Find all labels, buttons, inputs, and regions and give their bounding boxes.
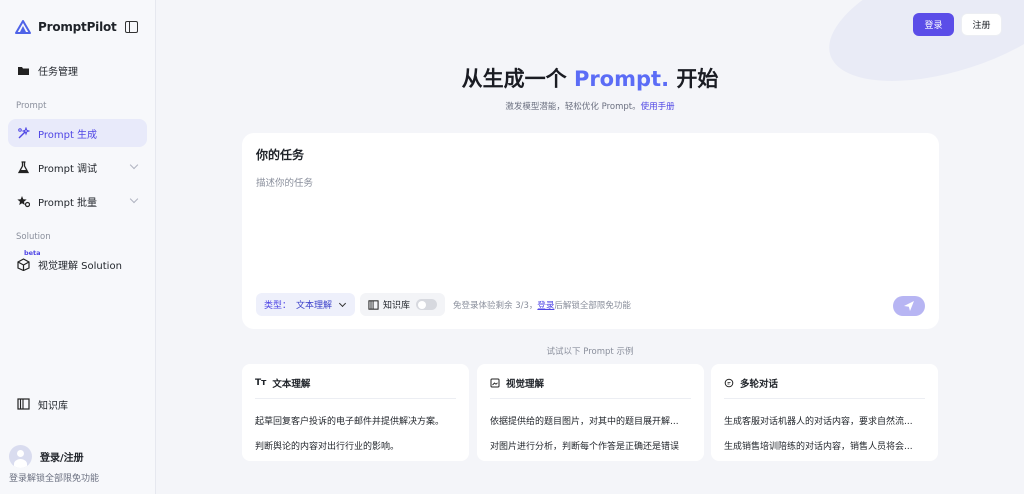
send-button[interactable] — [893, 296, 925, 316]
sidebar-item-label: Prompt 调试 — [38, 163, 98, 175]
avatar — [9, 445, 32, 468]
knowledge-base-toggle[interactable]: 知识库 — [360, 293, 446, 316]
title-suffix: 开始 — [676, 67, 719, 91]
trial-prefix: 免登录体验剩余 3/3， — [453, 301, 538, 311]
sidebar-item-knowledge-base[interactable]: 知识库 — [8, 390, 147, 418]
example-card-header: 视觉理解 — [490, 376, 544, 390]
login-button[interactable]: 登录 — [913, 13, 954, 36]
register-button[interactable]: 注册 — [961, 13, 1002, 36]
chevron-down-icon — [129, 160, 139, 170]
example-prompt[interactable]: 生成销售培训陪练的对话内容，销售人员将会... — [724, 439, 929, 452]
example-prompt[interactable]: 起草回复客户投诉的电子邮件并提供解决方案。 — [255, 414, 460, 427]
title-prefix: 从生成一个 — [461, 67, 567, 91]
brand[interactable]: PromptPilot — [14, 19, 117, 35]
divider — [490, 398, 691, 399]
cube-icon — [16, 257, 30, 271]
example-card-header: Tт 文本理解 — [255, 376, 310, 390]
divider — [255, 398, 456, 399]
example-prompt[interactable]: 对图片进行分析，判断每个作答是正确还是错误 — [490, 439, 695, 452]
flask-icon — [16, 160, 30, 174]
sidebar: PromptPilot 任务管理 Prompt Prompt 生成 Prompt… — [0, 0, 156, 494]
image-icon — [490, 378, 500, 388]
text-icon: Tт — [255, 378, 267, 388]
page-subtitle: 激发模型潜能，轻松优化 Prompt。使用手册 — [156, 100, 1024, 112]
send-icon — [904, 301, 914, 311]
subtitle-text: 激发模型潜能，轻松优化 Prompt。 — [505, 102, 641, 112]
sidebar-item-task-management[interactable]: 任务管理 — [8, 56, 147, 84]
user-login[interactable]: 登录/注册 — [9, 445, 84, 468]
type-select-label: 类型： — [264, 301, 292, 311]
logo-icon — [15, 20, 31, 34]
example-card-title: 文本理解 — [272, 379, 311, 390]
chevron-down-icon — [129, 194, 139, 204]
example-card-text[interactable]: Tт 文本理解 起草回复客户投诉的电子邮件并提供解决方案。 判断舆论的内容对出行… — [242, 364, 469, 461]
chat-icon — [724, 378, 734, 388]
sidebar-item-prompt-generate[interactable]: Prompt 生成 — [8, 119, 147, 147]
book-icon — [16, 397, 30, 411]
example-prompt[interactable]: 依据提供给的题目图片，对其中的题目展开解... — [490, 414, 695, 427]
example-card-title: 视觉理解 — [506, 379, 545, 390]
magic-wand-icon — [16, 126, 30, 140]
divider — [724, 398, 925, 399]
example-card-dialogue[interactable]: 多轮对话 生成客服对话机器人的对话内容，要求自然流... 生成销售培训陪练的对话… — [711, 364, 938, 461]
section-label-prompt: Prompt — [16, 101, 47, 111]
task-card: 你的任务 类型： 文本理解 知识库 免登录体验剩余 3/3，登录后解锁全部限免功… — [242, 133, 939, 329]
manual-link[interactable]: 使用手册 — [641, 102, 675, 112]
sidebar-item-prompt-debug[interactable]: Prompt 调试 — [8, 153, 147, 181]
sidebar-item-visual-solution[interactable]: 视觉理解 Solution — [8, 250, 147, 278]
main-content: 登录 注册 从生成一个 Prompt. 开始 激发模型潜能，轻松优化 Promp… — [156, 0, 1024, 494]
type-select-value: 文本理解 — [296, 301, 333, 311]
book-icon — [368, 299, 379, 310]
example-prompt[interactable]: 判断舆论的内容对出行行业的影响。 — [255, 439, 460, 452]
example-card-visual[interactable]: 视觉理解 依据提供给的题目图片，对其中的题目展开解... 对图片进行分析，判断每… — [477, 364, 704, 461]
task-title: 你的任务 — [256, 148, 305, 162]
sidebar-item-prompt-batch[interactable]: Prompt 批量 — [8, 187, 147, 215]
folder-icon — [16, 63, 30, 77]
task-input[interactable] — [256, 175, 916, 275]
chevron-down-icon — [338, 299, 347, 307]
knowledge-base-label: 知识库 — [383, 301, 411, 311]
example-card-header: 多轮对话 — [724, 376, 778, 390]
title-accent: Prompt. — [573, 67, 670, 91]
example-card-title: 多轮对话 — [740, 379, 779, 390]
sidebar-item-label: 任务管理 — [38, 66, 78, 78]
trial-login-link[interactable]: 登录 — [537, 301, 554, 311]
knowledge-base-switch[interactable] — [416, 299, 438, 310]
sidebar-item-label: Prompt 批量 — [38, 197, 98, 209]
type-select[interactable]: 类型： 文本理解 — [256, 293, 356, 316]
page-title: 从生成一个 Prompt. 开始 — [156, 63, 1024, 93]
section-label-solution: Solution — [16, 232, 51, 242]
trial-suffix: 后解锁全部限免功能 — [554, 301, 631, 311]
example-prompt[interactable]: 生成客服对话机器人的对话内容，要求自然流... — [724, 414, 929, 427]
user-subtitle: 登录解锁全部限免功能 — [9, 474, 100, 484]
stars-icon — [16, 194, 30, 208]
sidebar-toggle-icon[interactable] — [125, 21, 138, 33]
app-name: PromptPilot — [38, 20, 117, 34]
sidebar-item-label: 知识库 — [38, 400, 68, 412]
user-name: 登录/注册 — [40, 453, 84, 464]
examples-label: 试试以下 Prompt 示例 — [546, 347, 634, 357]
trial-notice: 免登录体验剩余 3/3，登录后解锁全部限免功能 — [453, 299, 631, 311]
sidebar-item-label: 视觉理解 Solution — [38, 260, 122, 272]
sidebar-item-label: Prompt 生成 — [38, 129, 98, 141]
